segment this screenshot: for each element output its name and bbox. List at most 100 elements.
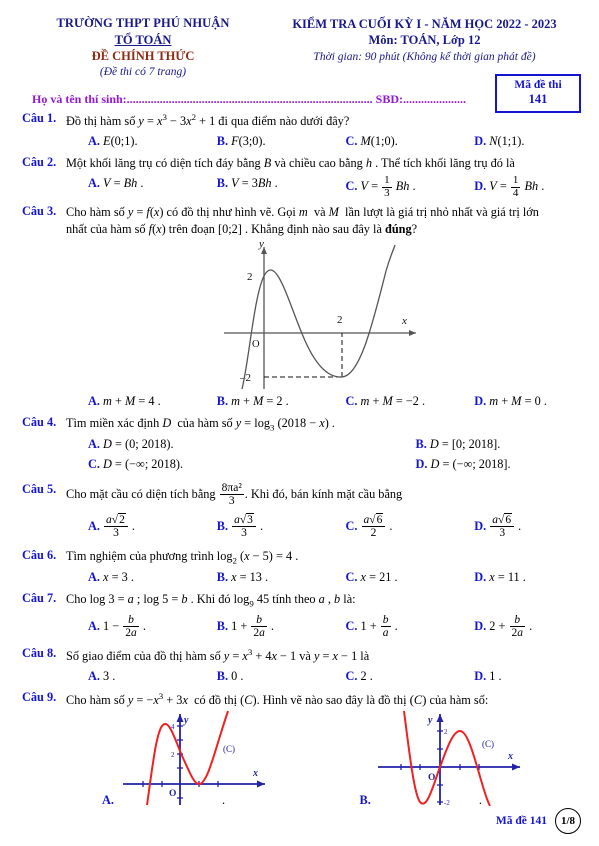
question-6-options: A. x = 3 . B. x = 13 . C. x = 21 . D. x … bbox=[66, 569, 581, 587]
y-axis-label: y bbox=[258, 241, 264, 250]
exam-code-box: Mã đề thi 141 bbox=[495, 74, 581, 113]
option-b: B. 1 + b 2a . bbox=[216, 614, 274, 640]
footer-exam-code: Mã đề 141 bbox=[495, 815, 547, 827]
option-b-label-fig: B. . bbox=[359, 792, 482, 807]
option-a: A. E(0;1). bbox=[88, 134, 138, 149]
option-a: A. x = 3 . bbox=[88, 569, 134, 584]
question-5-label: Câu 5. bbox=[22, 482, 57, 497]
option-b: B. 0 . bbox=[216, 668, 244, 683]
option-d: D. a√6 3 . bbox=[474, 512, 522, 540]
cubic-graph-c3: y x O 2 –2 2 bbox=[224, 241, 416, 390]
question-5-stem-post: . Khi đó, bán kính mặt cầu bằng bbox=[244, 487, 403, 502]
header-right-block: KIỂM TRA CUỐI KỲ I - NĂM HỌC 2022 - 2023… bbox=[268, 14, 581, 65]
question-5: Câu 5. Cho mặt cầu có diện tích bằng 8πa… bbox=[18, 482, 581, 540]
question-7-stem: Cho log 3 = a ; log 5 = b . Khi đó log9 … bbox=[66, 591, 356, 609]
page-footer: Mã đề 141 1/8 bbox=[496, 808, 581, 834]
question-1-stem: Đồ thị hàm số y = x3 − 3x2 + 1 đi qua đi… bbox=[66, 112, 350, 129]
question-4-options-row2: C. D = (−∞; 2018). D. D = (−∞; 2018]. bbox=[66, 456, 581, 474]
option-d: D. 2 + b 2a . bbox=[474, 614, 533, 640]
option-d: D. x = 11 . bbox=[474, 569, 526, 584]
option-b: B. a√3 3 . bbox=[216, 512, 264, 540]
q5-frac-num: 8πa² bbox=[219, 482, 244, 496]
question-4: Câu 4. Tìm miền xác định D của hàm số y … bbox=[18, 415, 581, 474]
question-2: Câu 2. Một khối lăng trụ có diện tích đá… bbox=[18, 155, 581, 200]
question-4-stem: Tìm miền xác định D của hàm số y = log3 … bbox=[66, 416, 336, 433]
exam-subject: Môn: TOÁN, Lớp 12 bbox=[368, 33, 481, 48]
option-c: C. 1 + ba . bbox=[345, 614, 398, 640]
question-7-options: A. 1 − b 2a . B. 1 + b 2a . C. 1 + ba . D.… bbox=[66, 614, 581, 640]
question-4-label: Câu 4. bbox=[22, 415, 57, 430]
option-a: A. a√2 3 . bbox=[88, 512, 136, 540]
origin-label: O bbox=[252, 339, 260, 350]
tick-label-y2: 2 bbox=[247, 271, 253, 283]
curve-label-c: (C) bbox=[482, 739, 494, 749]
option-a: A. D = (0; 2018). bbox=[88, 437, 174, 452]
option-c: C. m + M = −2 . bbox=[345, 394, 426, 409]
question-6-stem: Tìm nghiệm của phương trình log2 (x − 5)… bbox=[66, 548, 299, 566]
question-1-stem-post: đi qua điểm nào dưới đây? bbox=[215, 114, 350, 129]
x-axis-label: x bbox=[401, 315, 407, 327]
q5-frac-den: 3 bbox=[228, 495, 235, 508]
question-3-stem-line1: Cho hàm số y = f(x) có đồ thị như hình v… bbox=[66, 204, 539, 219]
option-b: B. m + M = 2 . bbox=[216, 394, 289, 409]
question-5-stem: Cho mặt cầu có diện tích bằng 8πa² 3 . Khi… bbox=[66, 482, 581, 508]
page-header: TRƯỜNG THPT PHÚ NHUẬN TỔ TOÁN ĐỀ CHÍNH T… bbox=[18, 14, 581, 80]
question-6-label: Câu 6. bbox=[22, 547, 57, 562]
question-9-figure-b: y x O 2 -2 (C) B. . bbox=[324, 710, 582, 810]
y-axis-label: y bbox=[183, 715, 189, 726]
question-8-label: Câu 8. bbox=[22, 645, 57, 660]
tick-label-x2: 2 bbox=[337, 314, 343, 326]
header-left-block: TRƯỜNG THPT PHÚ NHUẬN TỔ TOÁN ĐỀ CHÍNH T… bbox=[18, 14, 268, 80]
question-1-options: A. E(0;1). B. F(3;0). C. M(1;0). D. N(1;… bbox=[66, 133, 581, 151]
question-9-figures: y x O 4 2 (C) A. . y x O 2 -2 (C) B. . bbox=[66, 710, 581, 810]
option-c: C. x = 21 . bbox=[345, 569, 398, 584]
option-c: C. V = 13 Bh . bbox=[345, 173, 416, 199]
question-9-stem: Cho hàm số y = −x3 + 3x có đồ thị (C). H… bbox=[66, 690, 489, 707]
page-count-note: (Đề thi có 7 trang) bbox=[99, 65, 187, 78]
official-exam-label: ĐỀ CHÍNH THỨC bbox=[91, 48, 195, 63]
option-c: C. 2 . bbox=[345, 668, 373, 683]
question-8: Câu 8. Số giao điểm của đồ thị hàm số y … bbox=[18, 646, 581, 686]
school-name: TRƯỜNG THPT PHÚ NHUẬN bbox=[56, 16, 230, 30]
question-7-label: Câu 7. bbox=[22, 590, 57, 605]
question-3-label: Câu 3. bbox=[22, 203, 57, 218]
tick-label-2: 2 bbox=[444, 728, 448, 736]
option-c: C. a√6 2 . bbox=[345, 512, 393, 540]
question-2-options: A. V = Bh . B. V = 3Bh . C. V = 13 Bh . … bbox=[66, 173, 581, 200]
option-d: D. D = (−∞; 2018]. bbox=[415, 457, 511, 472]
option-d: D. m + M = 0 . bbox=[474, 394, 547, 409]
option-d: D. 1 . bbox=[474, 668, 502, 683]
question-7: Câu 7. Cho log 3 = a ; log 5 = b . Khi đ… bbox=[18, 591, 581, 640]
question-3: Câu 3. Cho hàm số y = f(x) có đồ thị như… bbox=[18, 204, 581, 411]
option-b: B. x = 13 . bbox=[216, 569, 269, 584]
question-2-stem: Một khối lăng trụ có diện tích đáy bằng … bbox=[66, 156, 515, 171]
question-2-label: Câu 2. bbox=[22, 155, 57, 170]
option-c: C. D = (−∞; 2018). bbox=[88, 457, 184, 472]
question-3-stem-line2: nhất của hàm số f(x) trên đoạn [0;2] . K… bbox=[66, 222, 418, 237]
question-8-options: A. 3 . B. 0 . C. 2 . D. 1 . bbox=[66, 668, 581, 686]
option-d: D. N(1;1). bbox=[474, 134, 525, 149]
x-axis-label: x bbox=[252, 768, 258, 779]
tick-label-2: 2 bbox=[171, 751, 175, 759]
department-name: TỔ TOÁN bbox=[114, 32, 172, 47]
question-9-figure-a: y x O 4 2 (C) A. . bbox=[66, 710, 324, 810]
exam-duration: Thời gian: 90 phút (Không kể thời gian p… bbox=[313, 51, 536, 64]
option-a-label-fig: A. . bbox=[102, 792, 226, 807]
exam-code-value: 141 bbox=[528, 92, 548, 107]
exam-page: TRƯỜNG THPT PHÚ NHUẬN TỔ TOÁN ĐỀ CHÍNH T… bbox=[0, 0, 599, 846]
option-b: B. D = [0; 2018]. bbox=[415, 437, 501, 452]
y-axis-label: y bbox=[427, 715, 433, 726]
question-8-stem: Số giao điểm của đồ thị hàm số y = x3 + … bbox=[66, 646, 370, 663]
option-d: D. V = 14 Bh . bbox=[474, 173, 545, 199]
option-a: A. m + M = 4 . bbox=[88, 394, 161, 409]
question-3-figure: y x O 2 –2 2 bbox=[66, 241, 581, 391]
question-9-label: Câu 9. bbox=[22, 689, 57, 704]
question-5-options: A. a√2 3 . B. a√3 3 . C. a√6 2 . D. a√6 3 . bbox=[66, 512, 581, 540]
question-4-options-row1: A. D = (0; 2018). B. D = [0; 2018]. bbox=[66, 436, 581, 454]
question-1-stem-pre: Đồ thị hàm số bbox=[66, 114, 139, 129]
question-6: Câu 6. Tìm nghiệm của phương trình log2 … bbox=[18, 548, 581, 587]
footer-page-number: 1/8 bbox=[555, 808, 581, 834]
question-1: Câu 1. Đồ thị hàm số y = x3 − 3x2 + 1 đi… bbox=[18, 111, 581, 151]
exam-code-label: Mã đề thi bbox=[514, 79, 562, 91]
option-b: B. V = 3Bh . bbox=[216, 175, 278, 190]
